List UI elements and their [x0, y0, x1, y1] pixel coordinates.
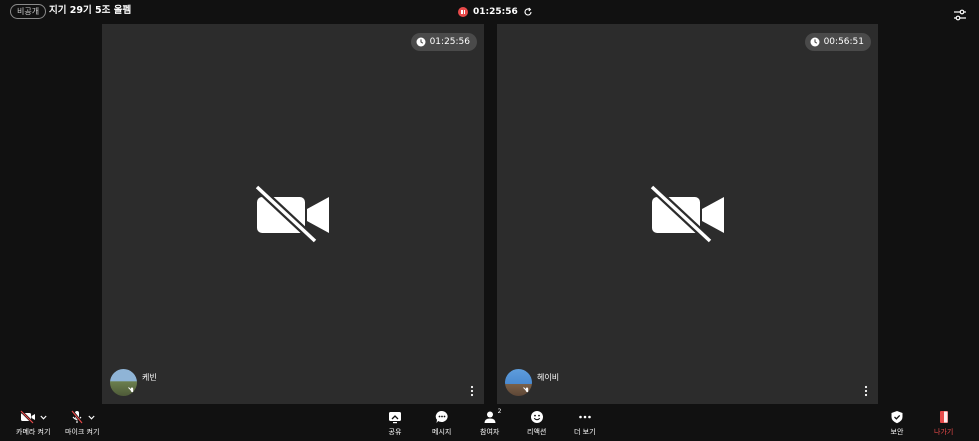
- camera-toggle-button[interactable]: 카메라 켜기: [16, 408, 50, 437]
- participant-name: 케빈: [142, 373, 157, 382]
- record-time: 01:25:56: [473, 6, 518, 17]
- camera-toggle-label: 카메라 켜기: [16, 428, 51, 436]
- tile-timer: 00:56:51: [823, 37, 864, 47]
- participants-button[interactable]: 2 참여자: [480, 408, 502, 437]
- participants-count: 2: [497, 408, 502, 415]
- more-vertical-icon[interactable]: [864, 382, 868, 397]
- record-icon: [458, 6, 468, 17]
- more-label: 더 보기: [574, 428, 596, 436]
- shield-icon: [891, 411, 903, 424]
- tile-timer-badge: 01:25:56: [410, 33, 477, 51]
- leave-label: 나가기: [934, 428, 954, 436]
- security-button[interactable]: 보안: [890, 408, 904, 437]
- bottom-toolbar: 카메라 켜기 마이크 켜기 공유 메시지 2 참여자 리액션 더 보기 보안 나…: [0, 404, 979, 441]
- camera-off-icon: [648, 184, 728, 244]
- more-horizontal-icon: [578, 415, 591, 419]
- avatar: [110, 369, 137, 396]
- video-tile-kevin[interactable]: 01:25:56 케빈: [102, 24, 484, 404]
- meeting-title: 지기 29기 5조 올펨: [49, 5, 132, 16]
- message-button[interactable]: 메시지: [432, 408, 451, 437]
- chevron-down-icon[interactable]: [40, 415, 47, 420]
- mic-off-icon: [70, 410, 83, 424]
- message-icon: [435, 410, 448, 423]
- camera-off-icon: [253, 184, 333, 244]
- mic-off-icon: [523, 387, 531, 395]
- more-vertical-icon[interactable]: [470, 382, 474, 397]
- participant-name: 헤이비: [537, 373, 560, 382]
- share-button[interactable]: 공유: [388, 408, 402, 437]
- clock-icon: [416, 37, 426, 47]
- share-icon: [389, 412, 401, 424]
- participant-info: 케빈: [110, 369, 157, 396]
- leave-button[interactable]: 나가기: [934, 408, 953, 437]
- participant-info: 헤이비: [505, 369, 559, 396]
- participants-label: 참여자: [480, 428, 500, 436]
- reaction-icon: [530, 411, 543, 423]
- video-tile-heibi[interactable]: 00:56:51 헤이비: [497, 24, 878, 404]
- participants-icon: [484, 411, 496, 423]
- recording-indicator[interactable]: 01:25:56: [458, 4, 533, 19]
- more-button[interactable]: 더 보기: [574, 408, 596, 437]
- tile-timer-badge: 00:56:51: [804, 33, 871, 51]
- message-label: 메시지: [432, 428, 452, 436]
- reaction-button[interactable]: 리액션: [527, 408, 546, 437]
- reaction-label: 리액션: [527, 428, 547, 436]
- avatar: [505, 369, 532, 396]
- share-label: 공유: [388, 428, 402, 436]
- refresh-icon[interactable]: [523, 7, 533, 17]
- camera-off-icon: [19, 410, 35, 424]
- privacy-badge: 비공개: [10, 4, 47, 19]
- mic-off-icon: [128, 387, 136, 395]
- exit-door-icon: [939, 411, 948, 423]
- settings-sliders-icon[interactable]: [953, 6, 967, 21]
- top-bar: 비공개 지기 29기 5조 올펨 01:25:56: [0, 0, 979, 24]
- tile-timer: 01:25:56: [429, 37, 470, 47]
- mic-toggle-label: 마이크 켜기: [65, 428, 100, 436]
- security-label: 보안: [890, 428, 904, 436]
- mic-toggle-button[interactable]: 마이크 켜기: [65, 408, 99, 437]
- clock-icon: [810, 37, 820, 47]
- chevron-down-icon[interactable]: [88, 415, 95, 420]
